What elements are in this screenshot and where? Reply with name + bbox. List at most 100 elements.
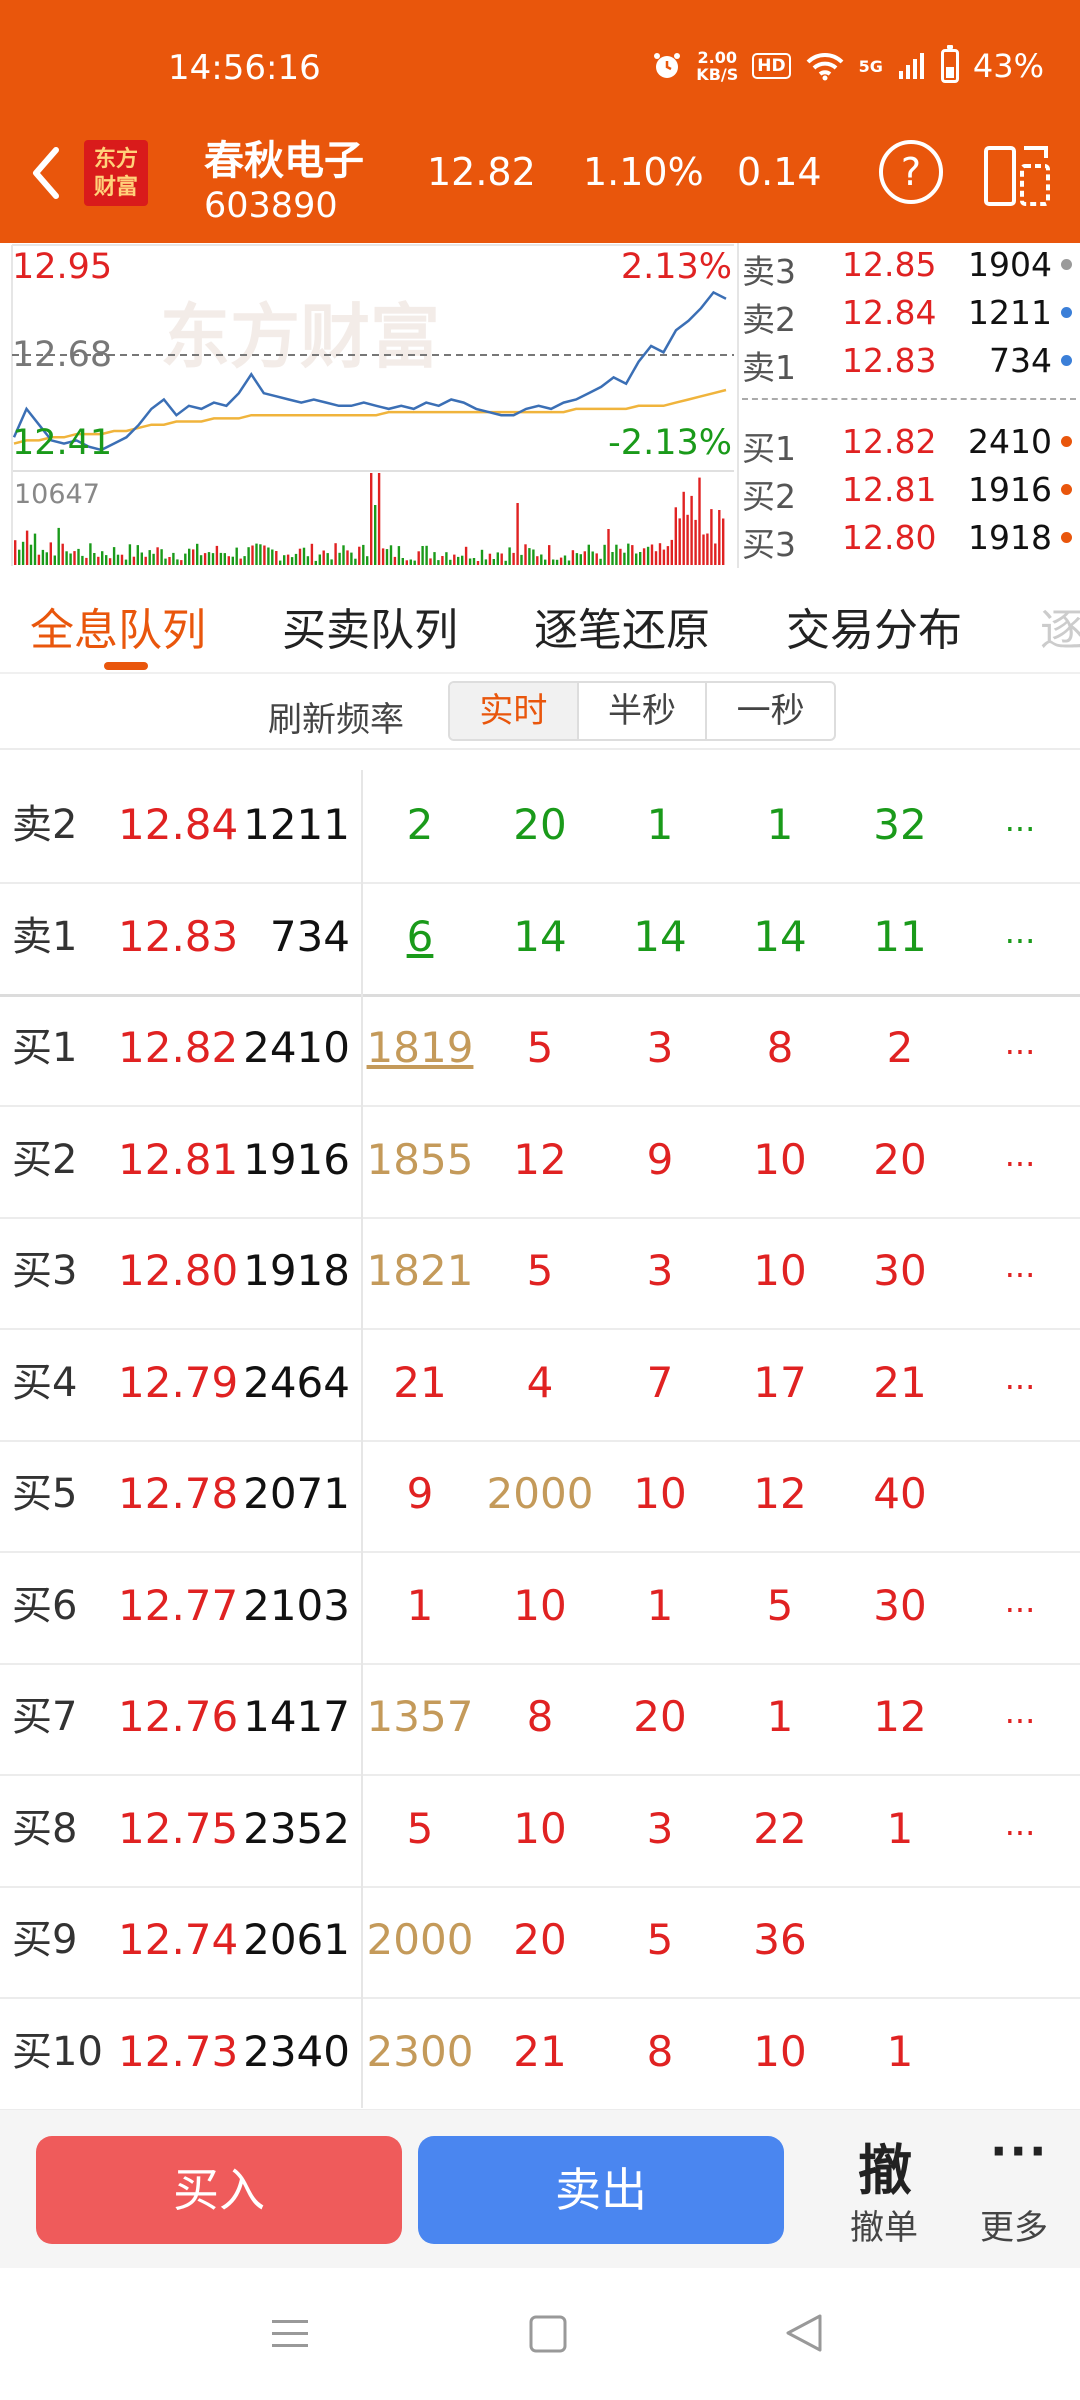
chart-high-price: 12.95	[12, 247, 113, 287]
volume-bar	[583, 551, 586, 565]
quote-row-sell1[interactable]: 卖1 12.83 734	[742, 337, 1080, 387]
queue-row-buy-买3[interactable]: 买3 12.80 1918 1821 5 3 10 30...	[0, 1216, 1080, 1330]
queue-level-label: 买4	[12, 1360, 78, 1406]
volume-bar	[476, 561, 480, 565]
intraday-chart[interactable]: 东方财富 12.95 2.13% 12.68 12.41 -2.13% 1064…	[0, 243, 740, 568]
volume-bar	[275, 551, 278, 565]
queue-price: 12.77	[118, 1581, 239, 1630]
network-speed-value: 2.00	[697, 48, 738, 67]
queue-row-buy-买5[interactable]: 买5 12.78 2071 9 2000 10 12 40	[0, 1439, 1080, 1553]
tab-tick-restore[interactable]: 逐笔还原	[534, 594, 710, 658]
volume-bar	[575, 553, 579, 565]
volume-bar	[682, 491, 685, 565]
queue-row-buy-买8[interactable]: 买8 12.75 2352 5 10 3 22 1...	[0, 1774, 1080, 1888]
queue-row-buy-买1[interactable]: 买1 12.82 2410 1819 5 3 8 2...	[0, 993, 1080, 1107]
queue-row-buy-买9[interactable]: 买9 12.74 2061 2000 20 5 36	[0, 1885, 1080, 1999]
volume-bar	[231, 556, 234, 565]
volume-bar	[500, 553, 503, 565]
volume-bar	[366, 556, 369, 565]
queue-row-buy-买2[interactable]: 买2 12.81 1916 1855 12 9 10 20...	[0, 1105, 1080, 1219]
back-arrow-icon[interactable]	[20, 138, 70, 208]
volume-bar	[468, 558, 472, 565]
queue-price: 12.74	[118, 1915, 239, 1964]
quote-dot	[1061, 484, 1072, 495]
menu-nav-icon[interactable]	[270, 2316, 310, 2352]
queue-row-buy-买10[interactable]: 买10 12.73 2340 2300 21 8 10 1	[0, 1997, 1080, 2111]
sell-button[interactable]: 卖出	[418, 2136, 784, 2244]
queue-more-indicator[interactable]: ...	[1000, 1551, 1040, 1661]
buy-button[interactable]: 买入	[36, 2136, 402, 2244]
tab-full-queue[interactable]: 全息队列	[30, 594, 206, 658]
queue-more-indicator[interactable]: ...	[1000, 993, 1040, 1103]
volume-bar	[116, 554, 120, 565]
volume-bar	[536, 556, 539, 565]
tab-more-partial[interactable]: 逐	[1040, 594, 1080, 658]
more-label[interactable]: 更多	[980, 2200, 1048, 2249]
queue-more-indicator[interactable]	[1000, 1997, 1040, 2107]
volume-bar	[85, 557, 88, 565]
cancel-order-label[interactable]: 撤单	[850, 2200, 918, 2249]
volume-bar	[453, 554, 456, 565]
split-screen-icon[interactable]	[984, 142, 1052, 208]
refresh-selector: 实时 半秒 一秒	[448, 681, 836, 741]
volume-bar	[259, 544, 262, 565]
volume-bar	[152, 553, 155, 565]
quote-row-sell3[interactable]: 卖3 12.85 1904	[742, 241, 1080, 291]
volume-bar	[57, 527, 60, 565]
volume-bar	[21, 541, 25, 565]
volume-bar	[89, 543, 92, 565]
volume-bar	[488, 553, 492, 565]
queue-more-indicator[interactable]	[1000, 1885, 1040, 1995]
volume-bar	[73, 551, 76, 565]
volume-bar	[326, 553, 329, 565]
stock-name[interactable]: 春秋电子	[204, 128, 364, 186]
queue-row-sell-卖2[interactable]: 卖2 12.84 1211 2 20 1 1 32...	[0, 770, 1080, 884]
queue-more-indicator[interactable]: ...	[1000, 1774, 1040, 1884]
volume-bar	[148, 550, 151, 565]
queue-order-size: 1819	[366, 1023, 474, 1072]
refresh-option-one-second[interactable]: 一秒	[707, 683, 834, 739]
quote-dot	[1061, 355, 1072, 366]
quote-row-sell2[interactable]: 卖2 12.84 1211	[742, 289, 1080, 339]
quote-row-buy3[interactable]: 买3 12.80 1918	[742, 514, 1080, 564]
volume-bar	[512, 552, 515, 565]
cancel-order-icon[interactable]: 撤	[858, 2126, 912, 2205]
queue-more-indicator[interactable]: ...	[1000, 1105, 1040, 1215]
refresh-option-half-second[interactable]: 半秒	[579, 683, 708, 739]
more-icon[interactable]: ···	[990, 2124, 1048, 2178]
queue-more-indicator[interactable]: ...	[1000, 1662, 1040, 1772]
queue-more-indicator[interactable]: ...	[1000, 882, 1040, 992]
quote-row-buy2[interactable]: 买2 12.81 1916	[742, 466, 1080, 516]
queue-row-buy-买7[interactable]: 买7 12.76 1417 1357 8 20 1 12...	[0, 1662, 1080, 1776]
volume-bar	[686, 514, 689, 565]
chart-max-volume: 10647	[14, 479, 100, 510]
queue-more-indicator[interactable]: ...	[1000, 1328, 1040, 1438]
volume-bar	[591, 551, 594, 565]
volume-bar	[385, 549, 389, 565]
battery-level: 43%	[972, 47, 1044, 85]
quote-price: 12.81	[842, 470, 937, 509]
queue-more-indicator[interactable]	[1000, 1439, 1040, 1549]
home-nav-icon[interactable]	[528, 2314, 568, 2354]
queue-row-sell-卖1[interactable]: 卖1 12.83 734 6 14 14 14 11...	[0, 882, 1080, 997]
back-nav-icon[interactable]	[784, 2312, 824, 2354]
volume-bar	[698, 477, 701, 565]
volume-bar	[504, 560, 507, 565]
queue-more-indicator[interactable]: ...	[1000, 1216, 1040, 1326]
help-button[interactable]: ?	[879, 140, 943, 204]
volume-bar	[342, 545, 345, 565]
tab-trade-distribution[interactable]: 交易分布	[786, 594, 962, 658]
queue-order-size: 8	[766, 1023, 794, 1072]
volume-bar	[105, 555, 108, 565]
refresh-option-realtime[interactable]: 实时	[450, 683, 579, 739]
volume-bar	[168, 557, 171, 565]
volume-bar	[101, 551, 104, 565]
quote-row-buy1[interactable]: 买1 12.82 2410	[742, 418, 1080, 468]
volume-bar	[393, 556, 397, 565]
tab-buy-sell-queue[interactable]: 买卖队列	[282, 594, 458, 658]
volume-bar	[654, 551, 658, 565]
queue-row-buy-买4[interactable]: 买4 12.79 2464 21 4 7 17 21...	[0, 1328, 1080, 1442]
queue-row-buy-买6[interactable]: 买6 12.77 2103 1 10 1 5 30...	[0, 1551, 1080, 1665]
queue-order-size: 10	[513, 1804, 567, 1853]
queue-more-indicator[interactable]: ...	[1000, 770, 1040, 880]
